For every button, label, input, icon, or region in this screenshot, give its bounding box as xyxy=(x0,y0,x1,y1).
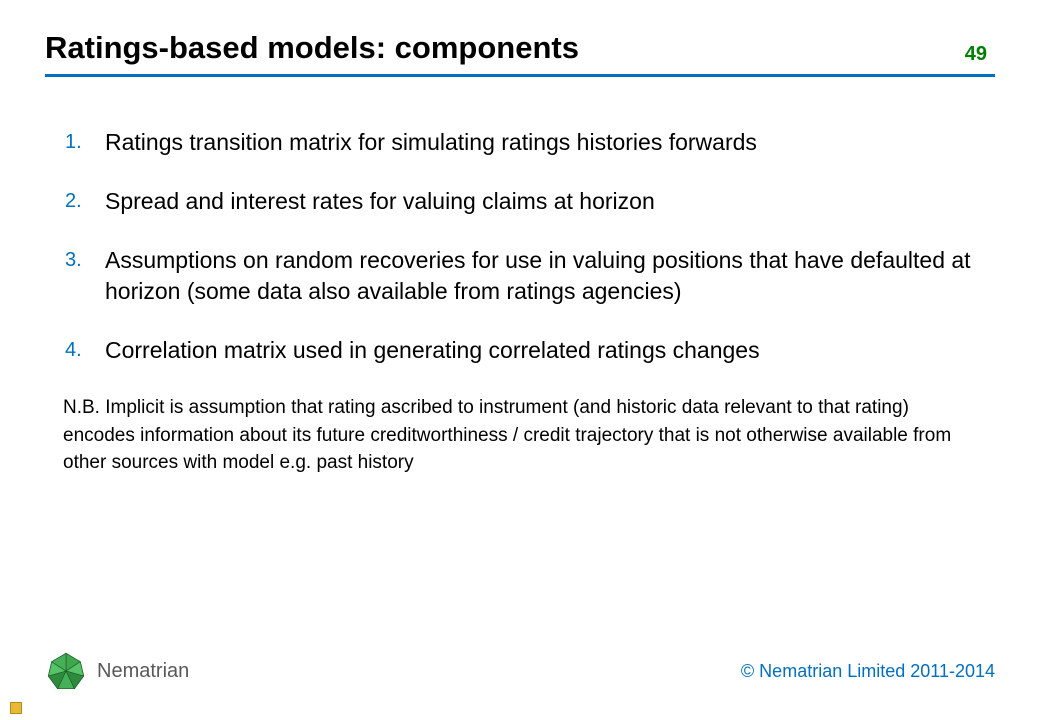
copyright-text: © Nematrian Limited 2011-2014 xyxy=(741,661,995,682)
slide-container: Ratings-based models: components 49 Rati… xyxy=(0,0,1040,720)
note-text: N.B. Implicit is assumption that rating … xyxy=(45,394,995,477)
slide-content: Ratings transition matrix for simulating… xyxy=(45,127,995,640)
numbered-list: Ratings transition matrix for simulating… xyxy=(45,127,995,366)
page-number: 49 xyxy=(965,43,995,66)
slide-header: Ratings-based models: components 49 xyxy=(45,30,995,77)
list-item: Ratings transition matrix for simulating… xyxy=(65,127,995,158)
footer-left: Nematrian xyxy=(45,650,189,692)
list-item: Spread and interest rates for valuing cl… xyxy=(65,186,995,217)
slide-title: Ratings-based models: components xyxy=(45,30,579,66)
list-item: Assumptions on random recoveries for use… xyxy=(65,245,995,307)
nematrian-logo-icon xyxy=(45,650,87,692)
list-item: Correlation matrix used in generating co… xyxy=(65,335,995,366)
brand-name: Nematrian xyxy=(97,660,189,683)
corner-marker-icon xyxy=(10,702,22,714)
slide-footer: Nematrian © Nematrian Limited 2011-2014 xyxy=(45,640,995,700)
